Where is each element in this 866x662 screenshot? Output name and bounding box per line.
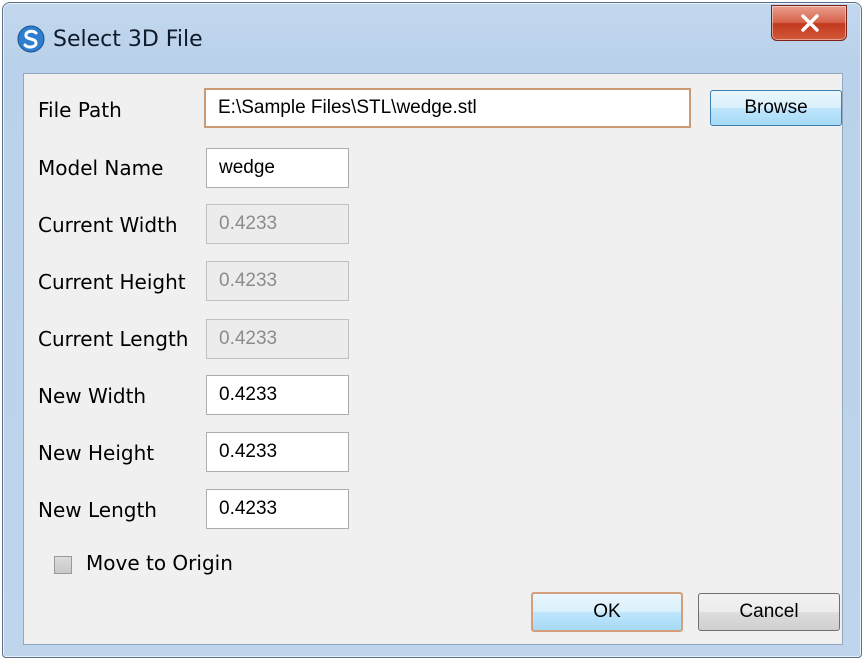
close-icon <box>801 14 819 32</box>
title-bar[interactable]: Select 3D File <box>3 3 861 73</box>
new-height-label: New Height <box>38 441 155 465</box>
current-length-label: Current Length <box>38 327 189 351</box>
new-width-input[interactable] <box>206 375 349 415</box>
new-width-label: New Width <box>38 384 147 408</box>
close-button[interactable] <box>771 5 847 41</box>
model-name-label: Model Name <box>38 156 164 180</box>
file-path-label: File Path <box>38 98 122 122</box>
dialog-body: File Path Browse Model Name Current Widt… <box>23 73 843 645</box>
current-width-label: Current Width <box>38 213 178 237</box>
file-path-input[interactable] <box>204 88 691 128</box>
cancel-button[interactable]: Cancel <box>698 593 840 631</box>
dialog-window: Select 3D File File Path Browse Model Na… <box>2 2 862 658</box>
window-title: Select 3D File <box>53 27 203 52</box>
new-height-input[interactable] <box>206 432 349 472</box>
browse-button[interactable]: Browse <box>710 90 842 126</box>
app-logo-icon <box>17 25 45 53</box>
new-length-input[interactable] <box>206 489 349 529</box>
new-length-label: New Length <box>38 498 157 522</box>
ok-button[interactable]: OK <box>531 592 683 632</box>
move-to-origin-checkbox[interactable] <box>54 556 72 574</box>
current-width-input <box>206 204 349 244</box>
current-height-input <box>206 261 349 301</box>
current-length-input <box>206 319 349 359</box>
current-height-label: Current Height <box>38 270 186 294</box>
model-name-input[interactable] <box>206 148 349 188</box>
move-to-origin-label: Move to Origin <box>86 551 233 575</box>
